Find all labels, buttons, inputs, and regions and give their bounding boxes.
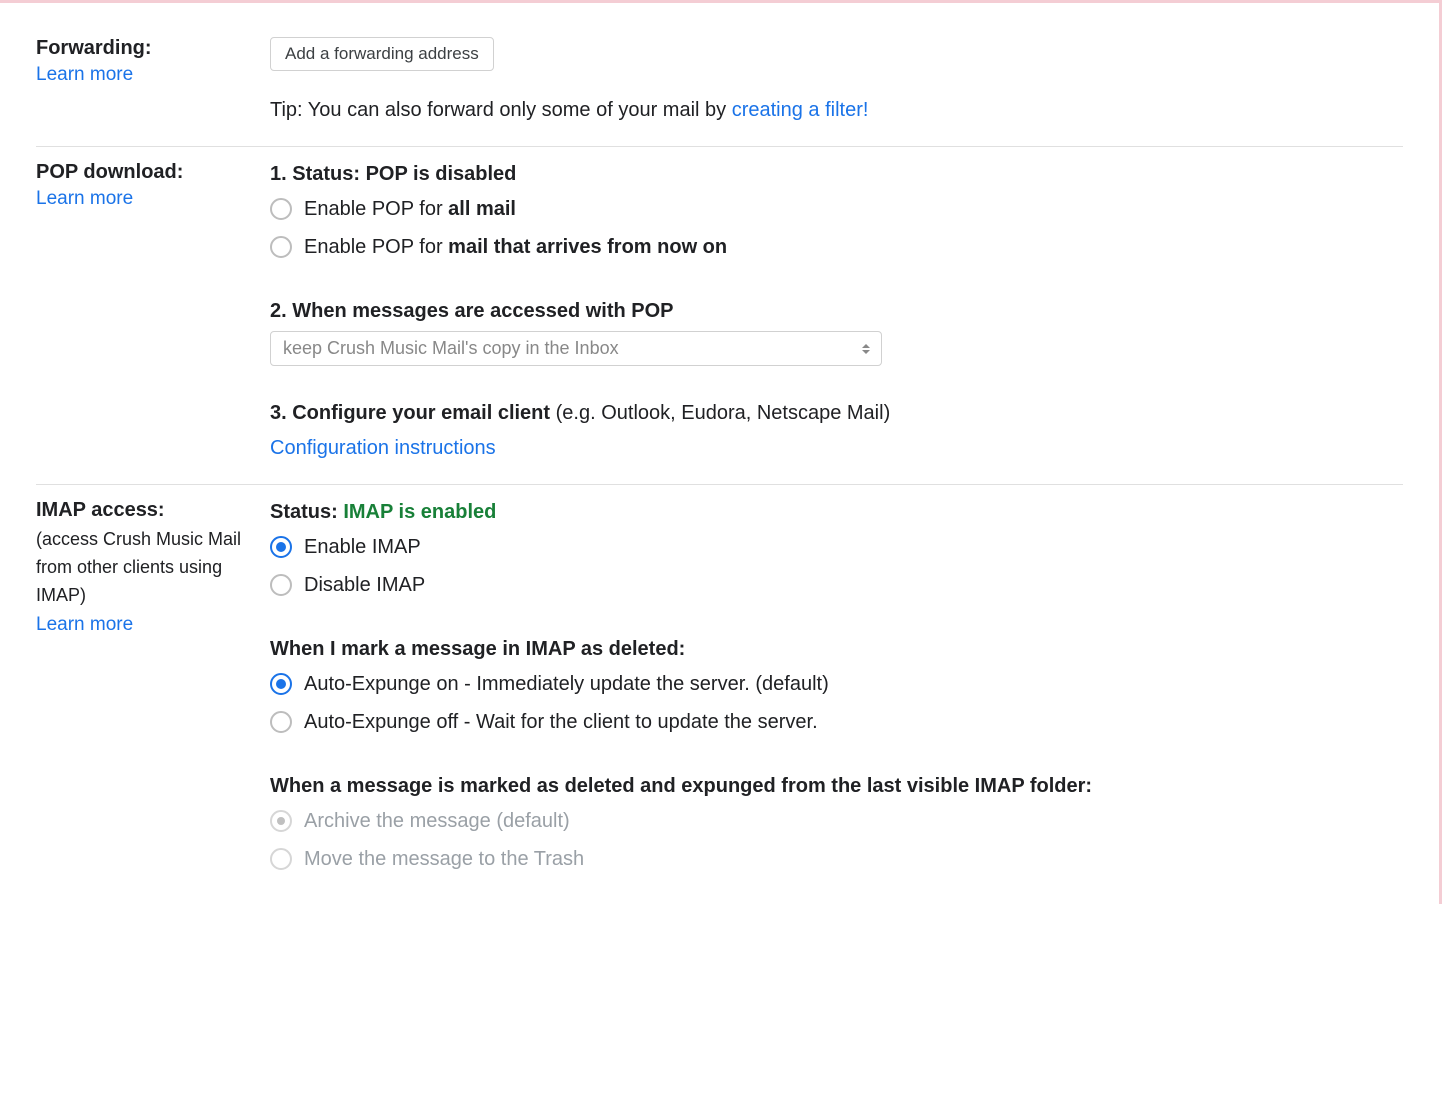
pop-option-now-row: Enable POP for mail that arrives from no… xyxy=(270,230,1403,264)
pop-enable-now-label: Enable POP for mail that arrives from no… xyxy=(304,230,727,264)
forwarding-label-col: Forwarding: Learn more xyxy=(36,37,270,122)
imap-label-col: IMAP access: (access Crush Music Mail fr… xyxy=(36,499,270,880)
pop-label-col: POP download: Learn more xyxy=(36,161,270,460)
forwarding-title: Forwarding: xyxy=(36,37,262,60)
imap-archive-radio[interactable] xyxy=(270,810,292,832)
imap-learn-more-link[interactable]: Learn more xyxy=(36,614,133,636)
forwarding-tip-text: Tip: You can also forward only some of y… xyxy=(270,99,732,121)
pop-section: POP download: Learn more 1. Status: POP … xyxy=(36,147,1403,485)
imap-trash-label: Move the message to the Trash xyxy=(304,842,584,876)
pop-step3-heading: 3. Configure your email client (e.g. Out… xyxy=(270,402,1403,425)
imap-trash-radio[interactable] xyxy=(270,848,292,870)
imap-expunge-off-row: Auto-Expunge off - Wait for the client t… xyxy=(270,705,1403,739)
creating-filter-link[interactable]: creating a filter! xyxy=(732,99,869,121)
imap-subtitle: (access Crush Music Mail from other clie… xyxy=(36,526,262,610)
pop-learn-more-link[interactable]: Learn more xyxy=(36,188,133,210)
imap-archive-row: Archive the message (default) xyxy=(270,804,1403,838)
pop-action-select-wrap: keep Crush Music Mail's copy in the Inbo… xyxy=(270,331,882,366)
imap-expunge-on-row: Auto-Expunge on - Immediately update the… xyxy=(270,667,1403,701)
imap-expunge-on-radio[interactable] xyxy=(270,673,292,695)
imap-content: Status: IMAP is enabled Enable IMAP Disa… xyxy=(270,499,1403,880)
pop-enable-now-radio[interactable] xyxy=(270,236,292,258)
imap-disable-radio[interactable] xyxy=(270,574,292,596)
pop-enable-all-radio[interactable] xyxy=(270,198,292,220)
imap-deleted-heading: When I mark a message in IMAP as deleted… xyxy=(270,638,1403,661)
imap-enable-radio[interactable] xyxy=(270,536,292,558)
imap-title: IMAP access: xyxy=(36,499,262,522)
imap-disable-row: Disable IMAP xyxy=(270,568,1403,602)
pop-step3-bold: 3. Configure your email client xyxy=(270,402,556,424)
imap-expunged-heading: When a message is marked as deleted and … xyxy=(270,775,1403,798)
forwarding-learn-more-link[interactable]: Learn more xyxy=(36,64,133,86)
pop-content: 1. Status: POP is disabled Enable POP fo… xyxy=(270,161,1403,460)
settings-panel: Forwarding: Learn more Add a forwarding … xyxy=(0,3,1439,904)
pop-option-all-row: Enable POP for all mail xyxy=(270,192,1403,226)
imap-status-value: IMAP is enabled xyxy=(343,501,496,523)
imap-expunge-off-label: Auto-Expunge off - Wait for the client t… xyxy=(304,705,818,739)
pop-status-value: POP is disabled xyxy=(366,163,517,185)
forwarding-content: Add a forwarding address Tip: You can al… xyxy=(270,37,1403,122)
forwarding-tip: Tip: You can also forward only some of y… xyxy=(270,99,1403,122)
imap-archive-label: Archive the message (default) xyxy=(304,804,570,838)
imap-enable-row: Enable IMAP xyxy=(270,530,1403,564)
imap-expunge-off-radio[interactable] xyxy=(270,711,292,733)
pop-action-select[interactable]: keep Crush Music Mail's copy in the Inbo… xyxy=(270,331,882,366)
pop-step2-heading: 2. When messages are accessed with POP xyxy=(270,300,1403,323)
pop-config-instructions-link[interactable]: Configuration instructions xyxy=(270,437,496,460)
forwarding-section: Forwarding: Learn more Add a forwarding … xyxy=(36,23,1403,147)
pop-status-heading: 1. Status: POP is disabled xyxy=(270,163,1403,186)
pop-status-prefix: 1. Status: xyxy=(270,163,366,185)
imap-disable-label: Disable IMAP xyxy=(304,568,425,602)
pop-enable-all-label: Enable POP for all mail xyxy=(304,192,516,226)
pop-step3-rest: (e.g. Outlook, Eudora, Netscape Mail) xyxy=(556,402,891,424)
imap-expunge-on-label: Auto-Expunge on - Immediately update the… xyxy=(304,667,829,701)
imap-trash-row: Move the message to the Trash xyxy=(270,842,1403,876)
imap-enable-label: Enable IMAP xyxy=(304,530,421,564)
imap-section: IMAP access: (access Crush Music Mail fr… xyxy=(36,485,1403,904)
imap-status-prefix: Status: xyxy=(270,501,343,523)
pop-title: POP download: xyxy=(36,161,262,184)
imap-status-heading: Status: IMAP is enabled xyxy=(270,501,1403,524)
add-forwarding-address-button[interactable]: Add a forwarding address xyxy=(270,37,494,71)
